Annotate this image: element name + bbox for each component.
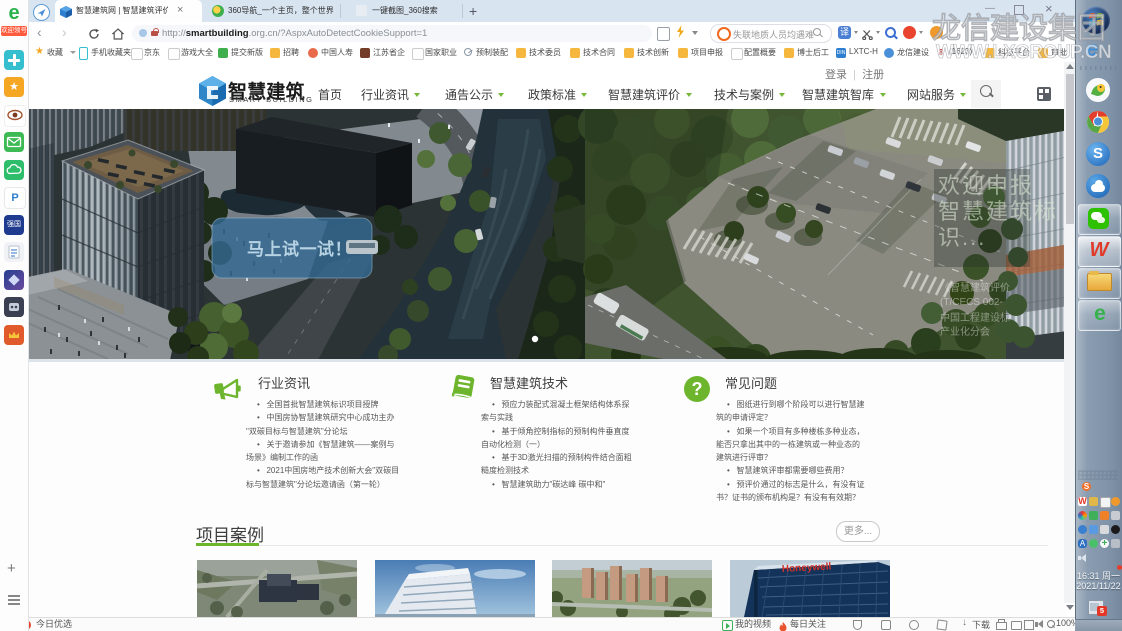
svg-text:(T/CECS 002-: (T/CECS 002- <box>940 297 1003 308</box>
svg-text:识...: 识... <box>938 225 986 250</box>
svg-text:智慧建筑标: 智慧建筑标 <box>938 199 1058 224</box>
svg-text:马上试一试！: 马上试一试！ <box>247 240 352 259</box>
svg-text:中国工程建设标: 中国工程建设标 <box>940 311 1010 324</box>
svg-text:《智慧建筑评价: 《智慧建筑评价 <box>940 281 1010 294</box>
svg-text:欢迎申报: 欢迎申报 <box>938 173 1034 198</box>
svg-text:产业化分会: 产业化分会 <box>940 325 990 338</box>
